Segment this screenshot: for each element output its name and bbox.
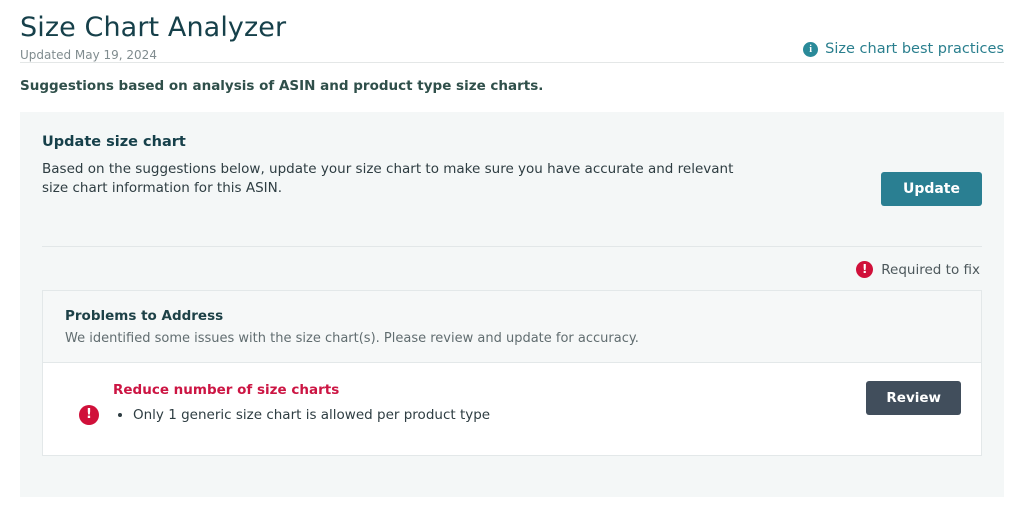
update-card-title: Update size chart [42, 134, 186, 150]
review-button[interactable]: Review [866, 381, 961, 415]
problems-panel-title: Problems to Address [65, 308, 224, 324]
problems-panel-header: Problems to Address We identified some i… [43, 291, 981, 362]
problem-detail-list: Only 1 generic size chart is allowed per… [113, 405, 959, 425]
page-root: Size Chart Analyzer Updated May 19, 2024… [0, 0, 1024, 510]
problem-content: Reduce number of size charts Only 1 gene… [113, 381, 959, 425]
alert-icon: ! [856, 261, 874, 278]
alert-icon: ! [79, 405, 99, 425]
info-icon: i [803, 41, 819, 57]
problem-title: Reduce number of size charts [113, 382, 340, 398]
update-button[interactable]: Update [880, 172, 982, 206]
required-to-fix-legend: ! Required to fix [42, 261, 980, 278]
suggestions-summary: Suggestions based on analysis of ASIN an… [20, 78, 544, 94]
required-to-fix-label: Required to fix [881, 261, 980, 278]
page-header: Size Chart Analyzer Updated May 19, 2024… [20, 0, 1004, 62]
best-practices-label: Size chart best practices [825, 41, 1004, 57]
update-card-body: Based on the suggestions below, update y… [42, 161, 734, 196]
problem-detail-item: Only 1 generic size chart is allowed per… [133, 405, 959, 425]
update-size-chart-card: Update size chart Based on the suggestio… [20, 112, 1004, 497]
problem-icon-container: ! [65, 381, 113, 425]
problems-to-address-panel: Problems to Address We identified some i… [42, 290, 982, 456]
problems-panel-subtitle: We identified some issues with the size … [65, 331, 639, 346]
card-divider [42, 246, 982, 247]
size-chart-best-practices-link[interactable]: i Size chart best practices [803, 41, 1004, 57]
page-title: Size Chart Analyzer [20, 12, 287, 43]
problem-list-item: ! Reduce number of size charts Only 1 ge… [43, 362, 981, 455]
